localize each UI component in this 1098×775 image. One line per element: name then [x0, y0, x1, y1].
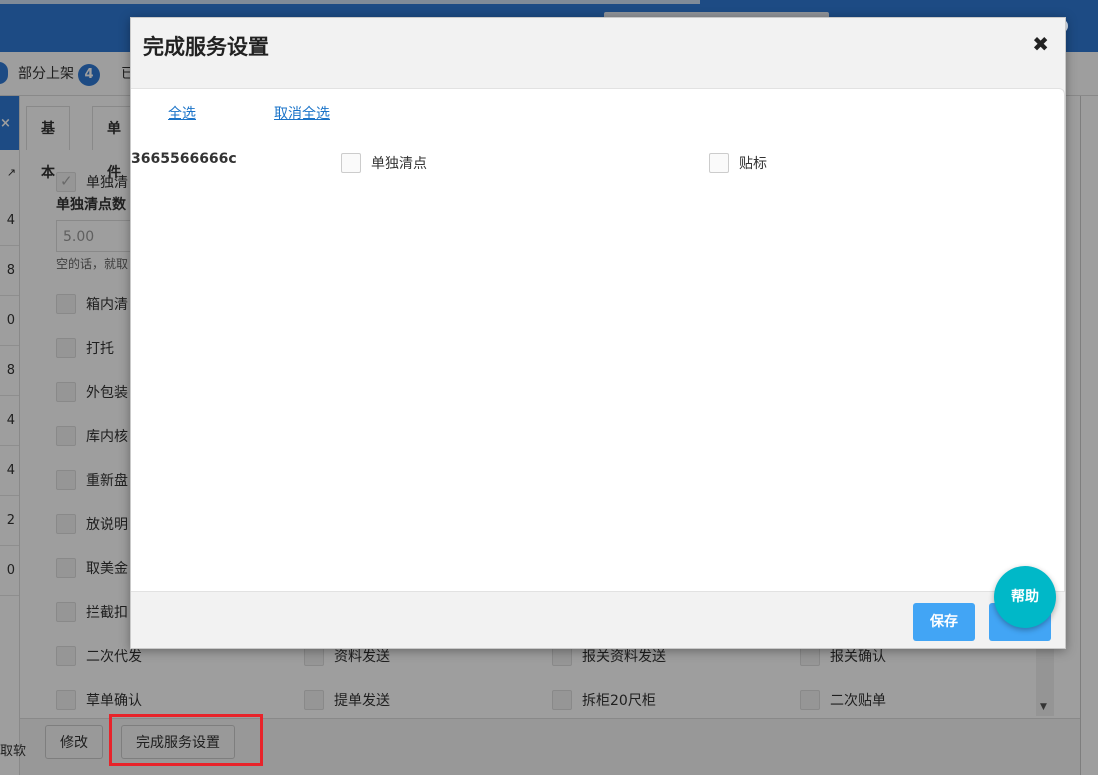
save-button[interactable]: 保存	[913, 603, 975, 641]
select-all-link[interactable]: 全选	[168, 103, 196, 123]
help-button[interactable]: 帮助	[994, 566, 1056, 628]
option-label: 贴标	[739, 156, 767, 172]
checkbox[interactable]	[709, 153, 729, 173]
dialog-footer: 保存	[131, 593, 1065, 649]
highlight-annotation	[109, 714, 263, 766]
checkbox[interactable]	[341, 153, 361, 173]
dialog-title: 完成服务设置	[143, 35, 269, 59]
option-label: 单独清点	[371, 156, 427, 172]
option-labeling[interactable]: 贴标	[709, 153, 767, 173]
deselect-all-link[interactable]: 取消全选	[274, 103, 330, 123]
item-code: 3665566666c	[131, 151, 237, 167]
dialog-body: 全选 取消全选 3665566666c 单独清点 贴标	[131, 88, 1065, 592]
finish-service-dialog: 完成服务设置 ✖ 全选 取消全选 3665566666c 单独清点 贴标 保存	[130, 17, 1066, 649]
dialog-header: 完成服务设置 ✖	[131, 18, 1065, 74]
option-single-count[interactable]: 单独清点	[341, 153, 427, 173]
close-icon[interactable]: ✖	[1032, 32, 1049, 56]
